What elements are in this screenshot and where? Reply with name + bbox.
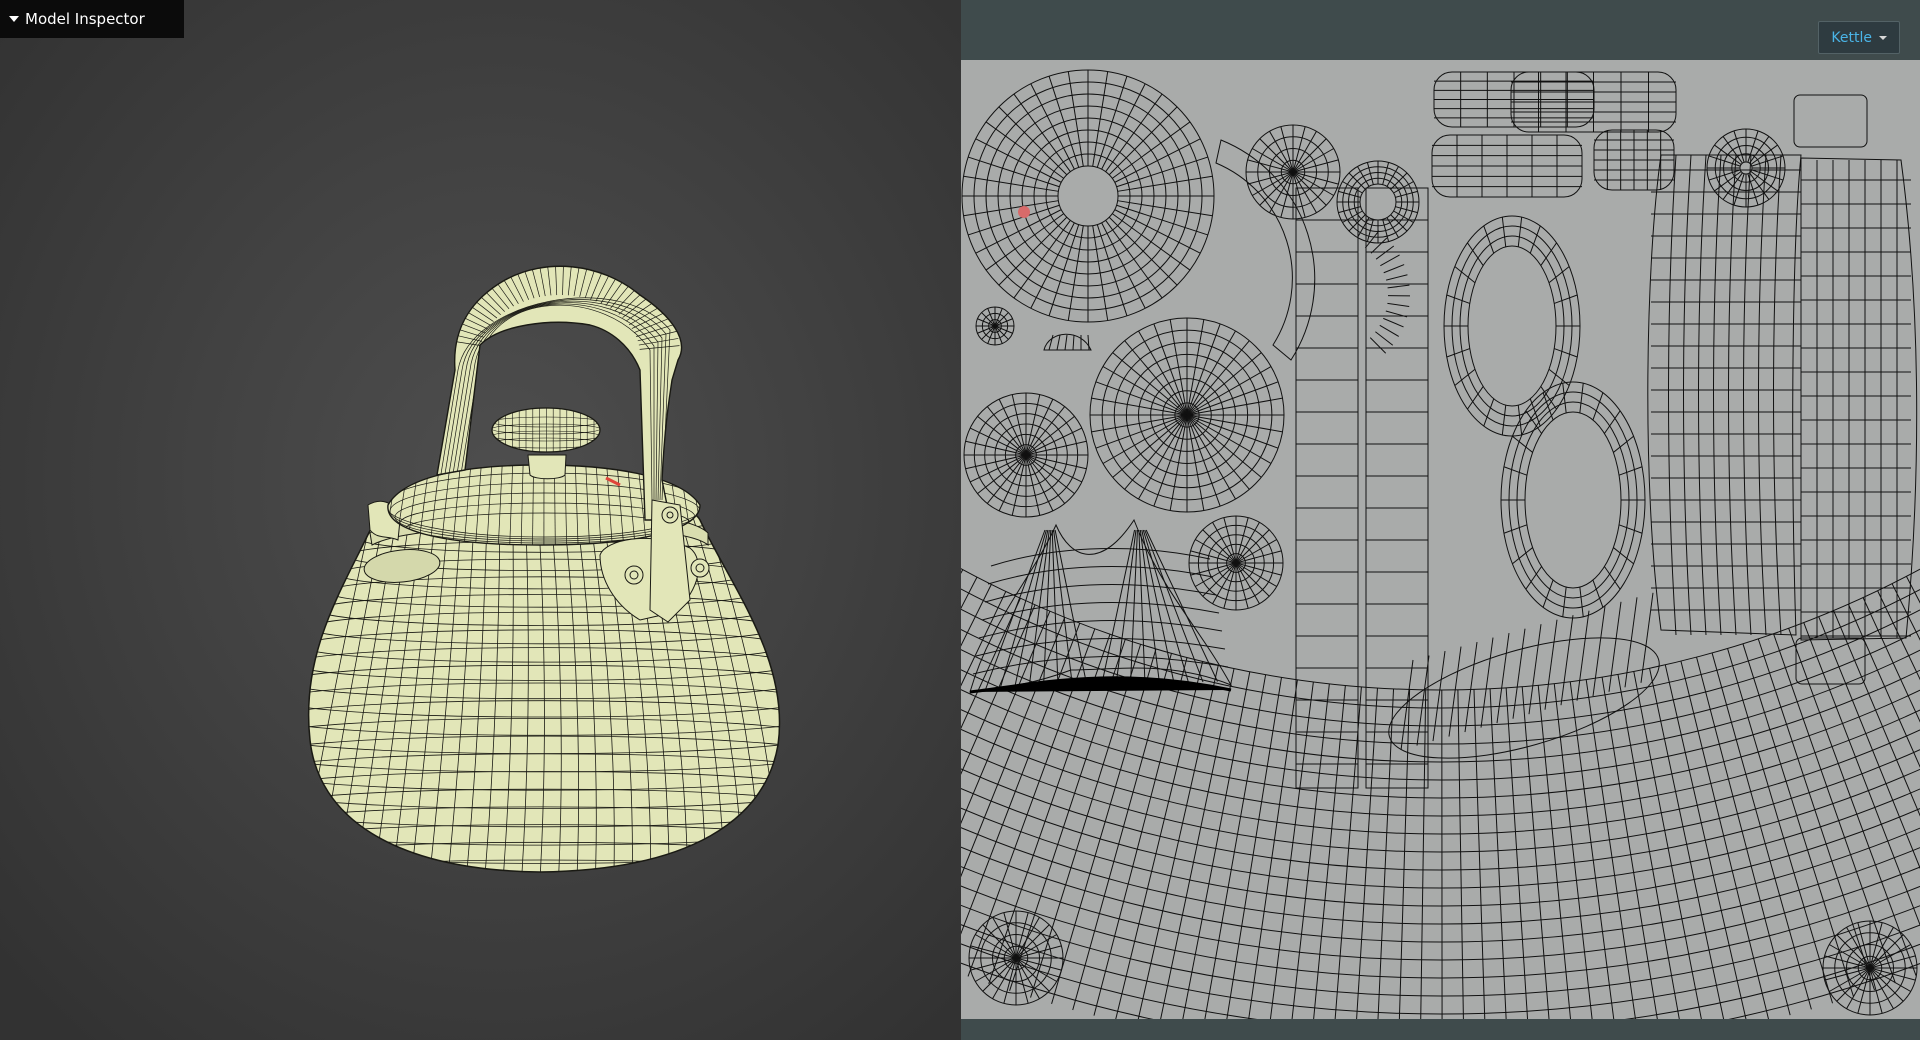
kettle-body xyxy=(307,489,781,873)
uv-islands xyxy=(961,69,1920,1019)
dropdown-caret-icon xyxy=(1879,35,1887,40)
model-inspector-toggle[interactable]: Model Inspector xyxy=(0,0,184,38)
uv-editor-panel: Kettle xyxy=(961,0,1920,1040)
kettle-wireframe-model[interactable] xyxy=(0,0,961,1040)
panel-title: Model Inspector xyxy=(25,10,145,28)
model-select-value: Kettle xyxy=(1831,29,1872,46)
uv-layout-canvas[interactable] xyxy=(961,60,1920,1019)
model-select-dropdown[interactable]: Kettle xyxy=(1818,21,1900,54)
3d-viewport[interactable]: Model Inspector xyxy=(0,0,961,1040)
collapse-triangle-icon xyxy=(9,16,19,22)
